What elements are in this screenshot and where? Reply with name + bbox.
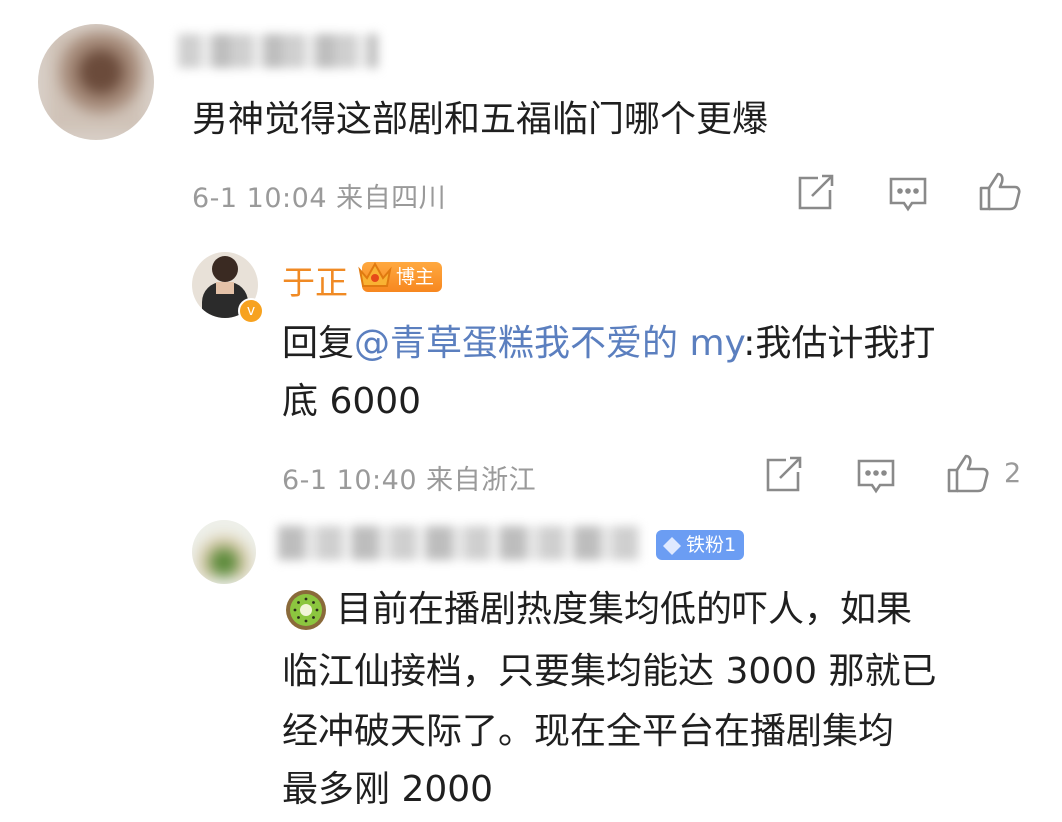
commenter-avatar[interactable] [38, 24, 154, 140]
blogger-badge-label: 博主 [396, 266, 435, 288]
like-count: 2 [1004, 458, 1022, 489]
fan-reply-line3: 经冲破天际了。现在全平台在播剧集均 [282, 711, 895, 752]
crown-icon [356, 256, 394, 303]
reply-text-line1: 回复@青草蛋糕我不爱的 my:我估计我打 [282, 320, 935, 368]
verified-icon: v [238, 298, 264, 324]
fan-badge-label: 铁粉1 [686, 534, 737, 556]
reply-text-line2: 底 6000 [282, 381, 422, 422]
like-icon[interactable] [978, 170, 1022, 212]
kiwi-emoji-icon [282, 586, 330, 638]
like-icon[interactable] [946, 452, 990, 494]
fan-badge: 铁粉1 [656, 530, 745, 560]
share-icon[interactable] [796, 174, 836, 212]
comment-icon[interactable] [888, 176, 928, 214]
reply-colon-text: :我估计我打 [743, 323, 936, 364]
fan-reply-line2: 临江仙接档，只要集均能达 3000 那就已 [282, 651, 937, 692]
commenter-username-blurred[interactable] [178, 34, 378, 68]
comment-icon[interactable] [856, 458, 896, 496]
fan-username-blurred[interactable] [278, 526, 640, 560]
mention-link[interactable]: @青草蛋糕我不爱的 my [354, 323, 743, 364]
fan-reply-line4: 最多刚 2000 [282, 769, 494, 810]
blogger-badge: 博主 [358, 261, 443, 292]
share-icon[interactable] [764, 456, 804, 494]
diamond-icon [662, 535, 682, 565]
comment-meta: 6-1 10:04 来自四川 [192, 183, 447, 214]
reply-prefix: 回复 [282, 323, 355, 364]
blogger-username[interactable]: 于正 [282, 256, 348, 304]
fan-reply-line1: 目前在播剧热度集均低的吓人，如果 [336, 589, 913, 630]
reply-meta: 6-1 10:40 来自浙江 [282, 465, 537, 496]
comment-text: 男神觉得这部剧和五福临门哪个更爆 [192, 99, 769, 140]
fan-avatar[interactable] [192, 520, 256, 584]
